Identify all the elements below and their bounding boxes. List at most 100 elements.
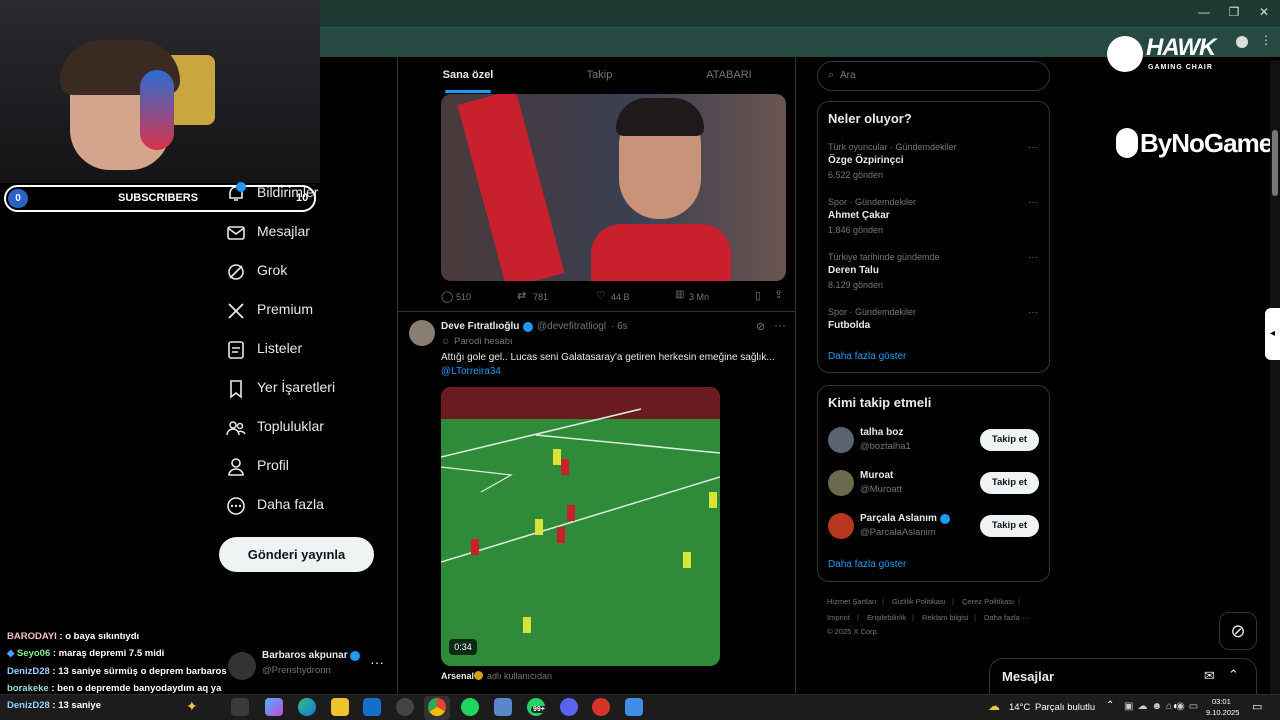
tab-for-you[interactable]: Sana özel xyxy=(398,57,538,93)
weather-temp[interactable]: 14°C xyxy=(1009,702,1030,713)
edge-icon[interactable] xyxy=(298,698,316,716)
notifications-icon[interactable]: ▭ xyxy=(1252,700,1262,713)
xbox-icon[interactable] xyxy=(396,698,414,716)
like-icon[interactable]: ♡ xyxy=(596,289,606,302)
avatar[interactable] xyxy=(828,470,854,496)
footer-link[interactable]: Imprint xyxy=(827,613,850,622)
footer-link[interactable]: Hizmet Şartları xyxy=(827,597,877,606)
timeline[interactable]: Sana özel Takip ATABARI ◯ 510 ⇄ 781 ♡ 44… xyxy=(397,57,796,693)
close-icon[interactable]: ✕ xyxy=(1254,5,1274,21)
tab-atabari[interactable]: ATABARI xyxy=(661,57,795,93)
tweet-video[interactable]: 0:34 xyxy=(441,387,720,666)
video-source-name[interactable]: Arsenal xyxy=(441,671,474,681)
trend-item[interactable]: Spor · Gündemdekiler Ahmet Çakar 1.846 g… xyxy=(828,197,1043,241)
footer-link[interactable]: Çerez Politikası xyxy=(962,597,1014,606)
minimize-icon[interactable]: — xyxy=(1194,5,1214,21)
nav-label: Topluluklar xyxy=(257,418,324,434)
who-to-follow-card: Kimi takip etmeli talha boz @boztalha1 T… xyxy=(817,385,1050,582)
follow-name[interactable]: talha boz xyxy=(860,427,903,438)
messages-drawer[interactable]: Mesajlar ✉ ⌃ xyxy=(989,658,1257,694)
clock-date[interactable]: 9.10.2025 xyxy=(1206,708,1239,717)
volume-icon[interactable]: ◐ xyxy=(1173,701,1179,712)
chrome-icon[interactable] xyxy=(428,698,446,716)
footer-link[interactable]: Daha fazla ··· xyxy=(984,613,1029,622)
nav-profile[interactable]: Profil xyxy=(226,451,386,483)
trend-more-icon[interactable]: ··· xyxy=(1028,252,1038,263)
menu-kebab-icon[interactable]: ⋮ xyxy=(1260,33,1272,47)
share-icon[interactable]: ⇪ xyxy=(774,288,783,301)
side-panel-toggle-icon[interactable]: ◂ xyxy=(1265,308,1280,360)
more-icon[interactable]: ··· xyxy=(774,318,786,332)
tweet-mention[interactable]: @LTorreira34 xyxy=(441,366,501,377)
avatar[interactable] xyxy=(828,427,854,453)
like-count: 44 B xyxy=(611,292,630,302)
nav-grok[interactable]: Grok xyxy=(226,256,386,288)
headset-icon xyxy=(140,70,174,150)
profile-avatar-icon[interactable] xyxy=(1236,36,1248,48)
nav-messages[interactable]: Mesajlar xyxy=(226,217,386,249)
nav-notifications[interactable]: Bildirimler xyxy=(226,178,386,210)
footer-sep: | xyxy=(974,613,976,622)
recorder-icon[interactable] xyxy=(592,698,610,716)
search-input[interactable]: ⌕ Ara xyxy=(817,61,1050,91)
spotify-icon[interactable] xyxy=(461,698,479,716)
trend-item[interactable]: Türkiye tarihinde gündemde Deren Talu 8.… xyxy=(828,252,1043,296)
post-button[interactable]: Gönderi yayınla xyxy=(219,537,374,572)
tray-icons[interactable]: ▣☁☻⌂◉▭ xyxy=(1124,701,1202,712)
grok-icon[interactable]: ⊘ xyxy=(756,320,765,333)
subscribers-label: SUBSCRIBERS xyxy=(118,192,199,204)
follow-handle: @boztalha1 xyxy=(860,441,911,452)
follow-name[interactable]: Parçala Aslanım xyxy=(860,513,937,524)
trend-item[interactable]: Türk oyuncular · Gündemdekiler Özge Özpi… xyxy=(828,142,1043,186)
views-icon[interactable]: ▥ xyxy=(675,289,684,300)
player xyxy=(561,459,569,475)
follow-button[interactable]: Takip et xyxy=(980,429,1039,451)
avatar[interactable] xyxy=(409,320,435,346)
nav-lists[interactable]: Listeler xyxy=(226,334,386,366)
footer-link[interactable]: Erişilebilirlik xyxy=(867,613,906,622)
outlook-icon[interactable] xyxy=(363,698,381,716)
task-view-icon[interactable] xyxy=(231,698,249,716)
tweet-photo[interactable] xyxy=(441,94,786,281)
tab-following[interactable]: Takip xyxy=(538,57,661,93)
weather-text[interactable]: Parçalı bulutlu xyxy=(1035,702,1095,713)
nav-label: Yer İşaretleri xyxy=(257,379,336,395)
collapse-chevron-icon[interactable]: ⌃ xyxy=(1228,667,1239,683)
bookmark-icon[interactable]: ▯ xyxy=(755,289,761,302)
scrollbar-thumb[interactable] xyxy=(1272,130,1278,196)
file-explorer-icon[interactable] xyxy=(331,698,349,716)
repost-icon[interactable]: ⇄ xyxy=(517,289,526,302)
trend-more-icon[interactable]: ··· xyxy=(1028,197,1038,208)
trend-more-icon[interactable]: ··· xyxy=(1028,307,1038,318)
nav-more[interactable]: Daha fazla xyxy=(226,490,386,522)
player xyxy=(553,449,561,465)
nav-premium[interactable]: Premium xyxy=(226,295,386,327)
reply-icon[interactable]: ◯ xyxy=(441,290,453,303)
nav-communities[interactable]: Topluluklar xyxy=(226,412,386,444)
follow-show-more[interactable]: Daha fazla göster xyxy=(828,559,906,570)
clock-time[interactable]: 03:01 xyxy=(1212,697,1231,706)
footer-link[interactable]: Reklam bilgisi xyxy=(922,613,968,622)
nav-bookmarks[interactable]: Yer İşaretleri xyxy=(226,373,386,405)
copilot-icon[interactable] xyxy=(265,698,283,716)
follow-name[interactable]: Muroat xyxy=(860,470,893,481)
discord-icon[interactable] xyxy=(560,698,578,716)
avatar[interactable] xyxy=(228,652,256,680)
restore-icon[interactable]: ❐ xyxy=(1224,5,1244,21)
tray-chevron-icon[interactable]: ⌃ xyxy=(1106,700,1114,711)
grok-floating-button[interactable]: ⊘ xyxy=(1219,612,1257,650)
tweet-author-name[interactable]: Deve Fıtratlıoğlu xyxy=(441,321,519,332)
trend-item[interactable]: Spor · Gündemdekiler Futbolda xyxy=(828,307,1043,337)
footer-link[interactable]: Gizlilik Politikası xyxy=(892,597,946,606)
trends-show-more[interactable]: Daha fazla göster xyxy=(828,351,906,362)
follow-button[interactable]: Takip et xyxy=(980,515,1039,537)
app-icon[interactable] xyxy=(625,698,643,716)
tweet-author-handle[interactable]: @devefitratliogl xyxy=(537,321,606,332)
tweet-time[interactable]: · 6s xyxy=(611,321,628,332)
new-message-icon[interactable]: ✉ xyxy=(1204,668,1215,684)
trend-more-icon[interactable]: ··· xyxy=(1028,142,1038,153)
follow-button[interactable]: Takip et xyxy=(980,472,1039,494)
app-icon[interactable] xyxy=(494,698,512,716)
avatar[interactable] xyxy=(828,513,854,539)
account-more-icon[interactable]: ··· xyxy=(370,654,384,670)
